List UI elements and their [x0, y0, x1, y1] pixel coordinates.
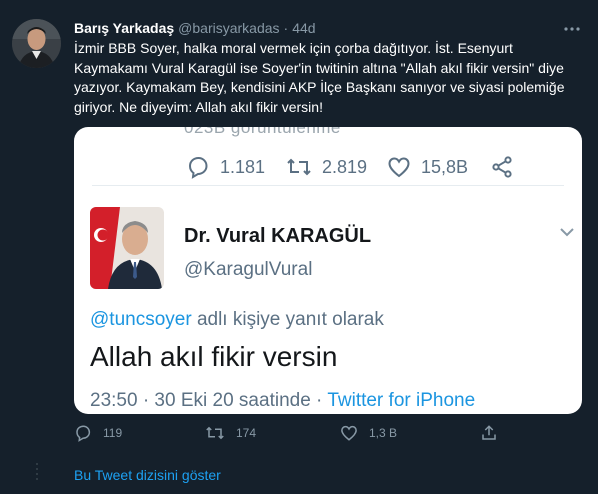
reply-count: 119 — [103, 426, 123, 440]
screenshot-retweet-action: 2.819 — [286, 155, 367, 179]
inner-tweet-text: Allah akıl fikir versin — [90, 341, 338, 372]
like-button[interactable]: 1,3 B — [340, 424, 397, 442]
screenshot-retweet-count: 2.819 — [322, 156, 368, 177]
card-divider — [92, 185, 564, 186]
inner-timestamp: 23:50 · 30 Eki 20 saatinde · — [90, 390, 328, 411]
reply-mention: @tuncsoyer — [90, 309, 192, 330]
retweet-icon — [206, 426, 224, 440]
screenshot-reply-action: 1.181 — [186, 155, 265, 179]
tweet-actions: 119 174 1,3 B — [74, 424, 584, 448]
reply-icon — [76, 425, 91, 442]
tweet-header: Barış Yarkadaş @barisyarkadas · 44d — [74, 20, 558, 40]
inner-tweet-meta: 23:50 · 30 Eki 20 saatinde · Twitter for… — [90, 390, 475, 412]
share-icon — [492, 156, 512, 178]
tweet-text: İzmir BBB Soyer, halka moral vermek için… — [74, 40, 565, 115]
chevron-down-icon — [558, 225, 576, 244]
inner-author-name: Dr. Vural KARAGÜL — [184, 225, 372, 247]
like-icon — [388, 157, 410, 178]
reply-button[interactable]: 119 — [74, 424, 122, 442]
embedded-screenshot[interactable]: 023B görüntülenme 1.181 2.819 15,8B Dr. … — [74, 127, 582, 414]
separator: · — [283, 20, 289, 36]
reply-suffix: adlı kişiye yanıt olarak — [191, 309, 384, 330]
reply-icon — [188, 156, 208, 179]
author-handle[interactable]: @barisyarkadas — [178, 20, 279, 36]
author-name[interactable]: Barış Yarkadaş — [74, 20, 174, 36]
inner-author-avatar — [90, 207, 164, 289]
retweet-icon — [287, 158, 311, 176]
like-count: 1,3 B — [369, 426, 398, 440]
screenshot-share-action — [490, 155, 524, 179]
inner-source: Twitter for iPhone — [327, 390, 476, 411]
screenshot-like-count: 15,8B — [421, 156, 469, 177]
cut-off-text: 023B görüntülenme — [184, 127, 341, 137]
retweet-button[interactable]: 174 — [205, 424, 256, 442]
retweet-count: 174 — [236, 426, 257, 440]
thread-connector — [36, 463, 38, 480]
tweet-time[interactable]: 44d — [292, 20, 315, 36]
share-icon — [482, 425, 496, 440]
author-avatar[interactable] — [12, 19, 61, 68]
show-thread-link[interactable]: Bu Tweet dizisini göster — [74, 467, 221, 483]
reply-context: @tuncsoyer adlı kişiye yanıt olarak — [90, 309, 384, 331]
inner-author-handle: @KaragulVural — [184, 259, 313, 280]
screenshot-reply-count: 1.181 — [220, 156, 266, 177]
more-icon[interactable] — [562, 22, 582, 36]
like-icon — [341, 425, 357, 441]
share-button[interactable] — [480, 424, 509, 442]
screenshot-like-action: 15,8B — [387, 155, 468, 179]
